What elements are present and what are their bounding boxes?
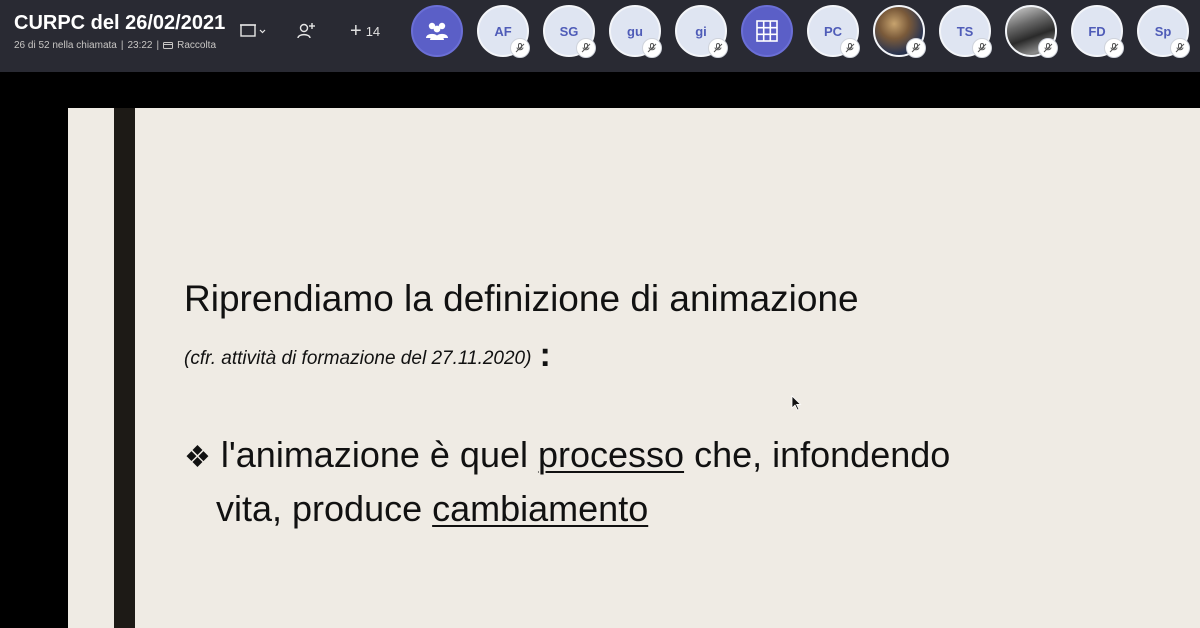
grid-icon bbox=[756, 20, 778, 42]
mouse-cursor-icon bbox=[791, 395, 802, 411]
participant-initials: Sp bbox=[1154, 23, 1172, 39]
layout-button[interactable] bbox=[238, 18, 268, 44]
gallery-view-button[interactable] bbox=[741, 5, 793, 57]
mic-off-icon bbox=[1104, 38, 1124, 58]
participant-avatar[interactable]: PC bbox=[807, 5, 860, 58]
participant-avatar[interactable]: FD bbox=[1071, 5, 1124, 58]
participant-initials: SG bbox=[559, 23, 579, 39]
meeting-info: 26 di 52 nella chiamata | 23:22 | Raccol… bbox=[14, 40, 216, 51]
participant-avatar[interactable]: AF bbox=[477, 5, 530, 58]
people-group-icon bbox=[426, 22, 448, 40]
layout-icon bbox=[240, 24, 266, 37]
recording-icon bbox=[163, 41, 174, 50]
participant-initials: FD bbox=[1088, 23, 1106, 39]
mic-off-icon bbox=[642, 38, 662, 58]
bullet-point-continuation: vita, produce cambiamento bbox=[216, 488, 648, 530]
participants-status: 26 di 52 nella chiamata bbox=[14, 40, 117, 51]
bullet-text: che, infondendo bbox=[684, 434, 951, 475]
shared-screen-stage: Riprendiamo la definizione di animazione… bbox=[0, 72, 1200, 628]
plus-icon: + bbox=[350, 20, 362, 42]
participant-initials: gi bbox=[695, 23, 707, 39]
participant-initials: gu bbox=[627, 23, 643, 39]
call-duration: 23:22 bbox=[127, 40, 153, 51]
participant-initials: TS bbox=[956, 23, 974, 39]
participant-avatar[interactable]: TS bbox=[939, 5, 992, 58]
mic-off-icon bbox=[708, 38, 728, 58]
bullet-text: l'animazione è quel bbox=[220, 434, 538, 475]
participant-avatar[interactable]: Sp bbox=[1137, 5, 1190, 58]
participant-avatar[interactable]: gi bbox=[675, 5, 728, 58]
recording-label: Raccolta bbox=[177, 40, 217, 51]
participant-avatar[interactable]: SG bbox=[543, 5, 596, 58]
participant-initials: AF bbox=[494, 23, 512, 39]
participant-photo-avatar[interactable] bbox=[873, 5, 926, 58]
mic-off-icon bbox=[1038, 38, 1058, 58]
slide-subtitle-colon: : bbox=[539, 336, 551, 374]
mic-off-icon bbox=[972, 38, 992, 58]
meeting-title: CURPC del 26/02/2021 bbox=[14, 12, 226, 34]
mic-off-icon bbox=[576, 38, 596, 58]
mic-off-icon bbox=[840, 38, 860, 58]
slide-decorative-bar bbox=[114, 108, 135, 628]
bullet-keyword: processo bbox=[537, 434, 685, 475]
participant-photo-avatar[interactable] bbox=[1005, 5, 1058, 58]
more-participants-count: 14 bbox=[365, 23, 381, 39]
presentation-slide: Riprendiamo la definizione di animazione… bbox=[68, 108, 1200, 628]
separator: | bbox=[120, 40, 124, 51]
participant-initials: PC bbox=[823, 23, 843, 39]
mic-off-icon bbox=[906, 38, 926, 58]
slide-subtitle: (cfr. attività di formazione del 27.11.2… bbox=[184, 336, 551, 375]
bullet-keyword: cambiamento bbox=[432, 488, 649, 529]
bullet-text: vita, produce bbox=[216, 488, 433, 529]
separator: | bbox=[156, 40, 160, 51]
mic-off-icon bbox=[1170, 38, 1190, 58]
meeting-header: CURPC del 26/02/2021 26 di 52 nella chia… bbox=[0, 0, 1200, 72]
more-participants-button[interactable]: + 14 bbox=[350, 18, 392, 44]
slide-title: Riprendiamo la definizione di animazione bbox=[184, 278, 859, 319]
participants-group-button[interactable] bbox=[411, 5, 463, 57]
add-people-button[interactable] bbox=[292, 17, 320, 45]
bullet-symbol: ❖ bbox=[184, 441, 211, 474]
bullet-point: ❖ l'animazione è quel processo che, infon… bbox=[184, 434, 950, 476]
mic-off-icon bbox=[510, 38, 530, 58]
slide-subtitle-text: (cfr. attività di formazione del 27.11.2… bbox=[184, 348, 532, 369]
add-people-icon bbox=[297, 23, 315, 39]
participant-avatar[interactable]: gu bbox=[609, 5, 662, 58]
